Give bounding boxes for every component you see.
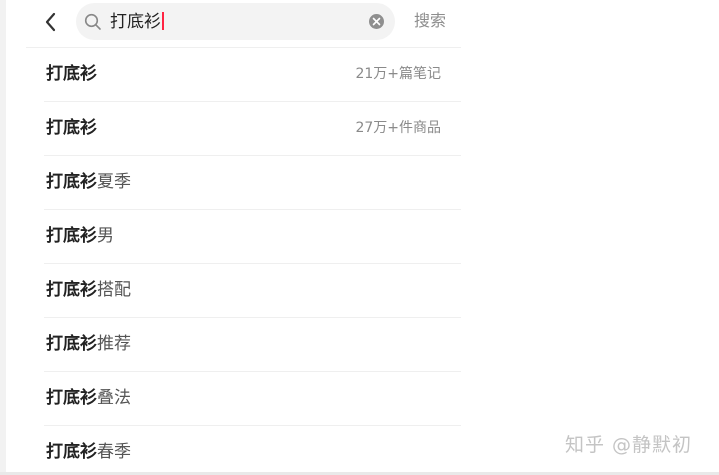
suggestion-term: 打底衫男 — [46, 225, 114, 247]
suggestion-term: 打底衫搭配 — [46, 279, 131, 301]
suggestion-suffix: 推荐 — [97, 334, 131, 354]
suggestion-suffix: 男 — [97, 226, 114, 246]
suggestion-term: 打底衫推荐 — [46, 333, 131, 355]
text-caret — [162, 12, 164, 30]
suggestion-suffix: 夏季 — [97, 172, 131, 192]
search-box[interactable]: 打底衫 — [76, 3, 395, 40]
suggestion-match: 打底衫 — [46, 226, 97, 246]
suggestion-suffix: 春季 — [97, 442, 131, 462]
suggestion-item[interactable]: 打底衫 21万+篇笔记 — [44, 48, 461, 102]
suggestion-item[interactable]: 打底衫男 — [44, 210, 461, 264]
watermark: 知乎 @静默初 — [565, 434, 693, 456]
suggestion-match: 打底衫 — [46, 334, 97, 354]
search-submit-button[interactable]: 搜索 — [414, 11, 446, 31]
suggestion-term: 打底衫 — [46, 63, 97, 85]
suggestion-item[interactable]: 打底衫搭配 — [44, 264, 461, 318]
suggestion-suffix: 搭配 — [97, 280, 131, 300]
search-icon — [84, 13, 101, 30]
clear-button[interactable] — [369, 14, 384, 29]
chevron-left-icon — [45, 12, 56, 32]
suggestion-count: 27万+件商品 — [355, 120, 441, 136]
suggestion-match: 打底衫 — [46, 442, 97, 462]
suggestion-suffix: 叠法 — [97, 388, 131, 408]
search-input[interactable]: 打底衫 — [110, 11, 164, 33]
clear-icon — [372, 17, 381, 26]
suggestion-item[interactable]: 打底衫 27万+件商品 — [44, 102, 461, 156]
suggestion-item[interactable]: 打底衫推荐 — [44, 318, 461, 372]
suggestion-item[interactable]: 打底衫春季 — [44, 426, 461, 475]
suggestion-match: 打底衫 — [46, 172, 97, 192]
suggestion-match: 打底衫 — [46, 388, 97, 408]
suggestion-term: 打底衫春季 — [46, 441, 131, 463]
suggestion-term: 打底衫 — [46, 117, 97, 139]
suggestion-term: 打底衫叠法 — [46, 387, 131, 409]
suggestion-item[interactable]: 打底衫夏季 — [44, 156, 461, 210]
search-suggestion-page: 打底衫 搜索 打底衫 21万+篇笔记 打底衫 27万+件商品 打底衫夏季 打底衫… — [0, 0, 719, 475]
left-edge-strip — [0, 0, 6, 475]
suggestion-term: 打底衫夏季 — [46, 171, 131, 193]
suggestion-list: 打底衫 21万+篇笔记 打底衫 27万+件商品 打底衫夏季 打底衫男 打底衫搭配… — [44, 48, 461, 475]
search-top-bar: 打底衫 搜索 — [26, 0, 461, 48]
suggestion-match: 打底衫 — [46, 280, 97, 300]
suggestion-item[interactable]: 打底衫叠法 — [44, 372, 461, 426]
suggestion-count: 21万+篇笔记 — [355, 66, 441, 82]
back-button[interactable] — [38, 9, 64, 35]
suggestion-match: 打底衫 — [46, 118, 97, 138]
suggestion-match: 打底衫 — [46, 64, 97, 84]
search-query-text: 打底衫 — [110, 12, 161, 32]
